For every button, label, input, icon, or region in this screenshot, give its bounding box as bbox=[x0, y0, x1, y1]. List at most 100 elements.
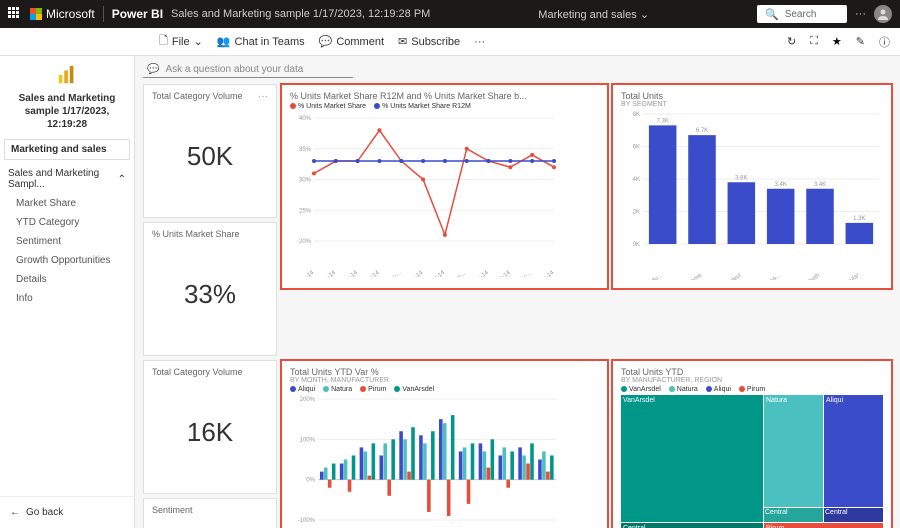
nav-pane: Sales and Marketing sample 1/17/2023, 12… bbox=[0, 56, 135, 528]
teams-icon: 👥 bbox=[217, 35, 231, 48]
comment-icon: 💬 bbox=[319, 35, 333, 48]
subscribe-button[interactable]: ✉Subscribe bbox=[398, 35, 460, 48]
tile-ytd-var-cluster[interactable]: Total Units YTD Var % BY MONTH, MANUFACT… bbox=[281, 360, 608, 528]
tile-total-units-bar[interactable]: Total Units BY SEGMENT 0K2K4K6K8K7.3KPro… bbox=[612, 84, 892, 289]
svg-text:May-...: May-... bbox=[385, 270, 403, 277]
tile-sentiment[interactable]: Sentiment 68 bbox=[143, 498, 277, 528]
svg-text:25%: 25% bbox=[299, 208, 312, 214]
chevron-down-icon: ⌄ bbox=[194, 35, 203, 48]
tile-title: Total Units YTD bbox=[621, 367, 883, 377]
info-button[interactable]: ⓘ bbox=[879, 34, 890, 50]
favorite-button[interactable]: ★ bbox=[832, 35, 842, 48]
tile-subtitle: BY MANUFACTURER, REGION bbox=[621, 377, 883, 384]
line-chart: 20% 25% 30% 35% 40% Jan-14 Feb-14Mar-14 Apr-14 M… bbox=[290, 112, 560, 277]
svg-text:20%: 20% bbox=[299, 239, 312, 245]
chart-legend: Aliqui Natura Pirum VanArsdel bbox=[290, 386, 599, 393]
svg-text:Mar-14: Mar-14 bbox=[340, 270, 359, 277]
tree-pir: Pirum bbox=[763, 522, 883, 528]
microsoft-label: Microsoft bbox=[46, 7, 95, 21]
back-arrow-icon: ← bbox=[10, 507, 20, 518]
svg-text:6K: 6K bbox=[633, 145, 640, 151]
tile-subtitle: BY MONTH, MANUFACTURER bbox=[290, 377, 599, 384]
global-header: Microsoft Power BI Sales and Marketing s… bbox=[0, 0, 900, 28]
more-menu[interactable]: ··· bbox=[474, 36, 485, 48]
svg-text:6.7K: 6.7K bbox=[696, 128, 708, 134]
qna-icon: 💬 bbox=[147, 64, 159, 75]
page-growth[interactable]: Growth Opportunities bbox=[0, 251, 134, 270]
svg-text:3.4K: 3.4K bbox=[814, 182, 826, 188]
page-info[interactable]: Info bbox=[0, 289, 134, 308]
page-details[interactable]: Details bbox=[0, 270, 134, 289]
chat-teams-button[interactable]: 👥Chat in Teams bbox=[217, 35, 305, 48]
user-avatar[interactable] bbox=[874, 5, 892, 23]
search-input[interactable]: 🔍 Search bbox=[757, 5, 847, 23]
svg-text:8K: 8K bbox=[633, 112, 640, 118]
tile-title: % Units Market Share R12M and % Units Ma… bbox=[290, 91, 599, 101]
tile-title: % Units Market Share bbox=[152, 229, 268, 239]
command-bar: 🗋File ⌄ 👥Chat in Teams 💬Comment ✉Subscri… bbox=[0, 28, 900, 56]
more-button[interactable]: ··· bbox=[855, 8, 866, 20]
svg-text:Jul-14: Jul-14 bbox=[430, 270, 447, 277]
dataset-item[interactable]: Sales and Marketing Sampl...⌃ bbox=[0, 164, 134, 194]
dashboard-item[interactable]: Marketing and sales bbox=[4, 139, 130, 160]
svg-text:0K: 0K bbox=[633, 242, 640, 248]
svg-text:Feb-14: Feb-14 bbox=[319, 270, 338, 277]
dashboard-canvas: 💬Ask a question about your data Total Ca… bbox=[135, 56, 900, 528]
kpi-value: 50K bbox=[152, 102, 268, 211]
document-title: Sales and Marketing sample 1/17/2023, 12… bbox=[171, 8, 430, 20]
page-market-share[interactable]: Market Share bbox=[0, 194, 134, 213]
svg-text:35%: 35% bbox=[299, 147, 312, 153]
main-area: Sales and Marketing sample 1/17/2023, 12… bbox=[0, 56, 900, 528]
tree-ali-central: Central bbox=[823, 507, 883, 522]
svg-text:3.8K: 3.8K bbox=[735, 175, 747, 181]
svg-text:Extreme: Extreme bbox=[681, 272, 703, 280]
svg-text:Jan-14: Jan-14 bbox=[297, 270, 315, 277]
svg-text:Jun-14: Jun-14 bbox=[406, 270, 424, 277]
tile-total-category-volume[interactable]: Total Category Volume ··· 50K bbox=[143, 84, 277, 218]
svg-text:30%: 30% bbox=[299, 178, 312, 184]
svg-text:Select: Select bbox=[725, 273, 742, 280]
chevron-up-icon: ⌃ bbox=[118, 174, 126, 185]
tile-title: Total Units bbox=[621, 91, 883, 101]
app-name: Power BI bbox=[112, 7, 163, 21]
svg-text:Youth: Youth bbox=[805, 273, 821, 280]
go-back-button[interactable]: ←Go back bbox=[0, 496, 134, 528]
svg-text:All Sea...: All Sea... bbox=[759, 273, 782, 280]
page-switcher[interactable]: Marketing and sales ⌄ bbox=[438, 8, 749, 21]
svg-text:Dec-14: Dec-14 bbox=[537, 270, 556, 277]
tree-nat: Natura bbox=[763, 395, 823, 507]
page-sentiment[interactable]: Sentiment bbox=[0, 232, 134, 251]
tree-nat-central: Central bbox=[763, 507, 823, 522]
page-ytd-category[interactable]: YTD Category bbox=[0, 213, 134, 232]
fullscreen-button[interactable]: ⛶ bbox=[810, 35, 818, 48]
tile-market-share-line[interactable]: % Units Market Share R12M and % Units Ma… bbox=[281, 84, 608, 289]
kpi-value: 16K bbox=[152, 377, 268, 487]
app-launcher-icon[interactable] bbox=[8, 7, 22, 21]
divider bbox=[103, 6, 104, 22]
svg-text:Oct-14: Oct-14 bbox=[494, 270, 512, 277]
microsoft-icon bbox=[30, 8, 42, 20]
qna-bar[interactable]: 💬Ask a question about your data bbox=[143, 62, 892, 78]
tile-title: Total Category Volume bbox=[152, 91, 243, 102]
svg-text:Apr-14: Apr-14 bbox=[363, 270, 381, 277]
treemap: VanArsdel Central Natura Central Aliqui … bbox=[621, 395, 883, 528]
tile-more-icon[interactable]: ··· bbox=[258, 91, 268, 102]
file-menu[interactable]: 🗋File ⌄ bbox=[159, 32, 203, 51]
tile-title: Total Units YTD Var % bbox=[290, 367, 599, 377]
tree-van-central: Central bbox=[621, 522, 763, 528]
svg-text:2K: 2K bbox=[633, 210, 640, 216]
tile-total-category-volume-2[interactable]: Total Category Volume 16K bbox=[143, 360, 277, 494]
svg-text:200%: 200% bbox=[300, 397, 316, 403]
tile-units-market-share[interactable]: % Units Market Share 33% bbox=[143, 222, 277, 356]
edit-button[interactable]: ✎ bbox=[856, 35, 865, 48]
microsoft-logo: Microsoft bbox=[30, 7, 95, 21]
search-placeholder: Search bbox=[785, 9, 817, 20]
refresh-button[interactable]: ↻ bbox=[787, 35, 796, 48]
tile-total-units-ytd-tree[interactable]: Total Units YTD BY MANUFACTURER, REGION … bbox=[612, 360, 892, 528]
svg-text:7.3K: 7.3K bbox=[656, 118, 668, 124]
tile-title: Sentiment bbox=[152, 505, 268, 515]
comment-button[interactable]: 💬Comment bbox=[319, 35, 384, 48]
svg-text:40%: 40% bbox=[299, 116, 312, 122]
svg-text:100%: 100% bbox=[300, 437, 316, 443]
svg-text:Aug-...: Aug-... bbox=[451, 270, 469, 277]
